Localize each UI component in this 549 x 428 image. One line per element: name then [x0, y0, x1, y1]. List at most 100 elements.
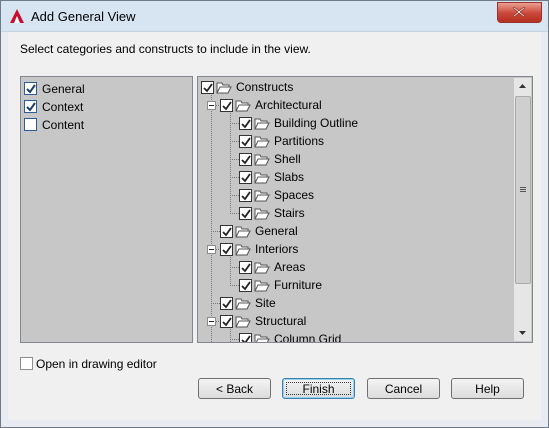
- tree-node-building-outline[interactable]: Building Outline: [198, 114, 498, 132]
- tree-node-interiors[interactable]: Interiors: [198, 240, 498, 258]
- category-label: Context: [42, 100, 84, 114]
- close-x-icon: [513, 7, 525, 17]
- tree-node-furniture[interactable]: Furniture: [198, 276, 498, 294]
- tree-checkbox[interactable]: [239, 135, 252, 148]
- open-folder-icon: [235, 298, 251, 310]
- scroll-thumb[interactable]: [515, 96, 531, 284]
- collapse-icon[interactable]: [207, 317, 216, 326]
- tree-node-root[interactable]: Constructs: [198, 78, 498, 96]
- tree-connector: [230, 195, 239, 196]
- constructs-tree[interactable]: Constructs Architectural Building Outlin…: [197, 76, 533, 343]
- tree-node-label: General: [255, 224, 298, 238]
- focus-rectangle: [286, 382, 351, 395]
- tree-node-shell[interactable]: Shell: [198, 150, 498, 168]
- tree-node-stairs[interactable]: Stairs: [198, 204, 498, 222]
- check-icon: [241, 209, 251, 219]
- dialog-body: Select categories and constructs to incl…: [8, 32, 541, 420]
- scroll-up-arrow-icon: [519, 84, 526, 88]
- tree-node-label: Site: [255, 296, 276, 310]
- open-folder-icon: [254, 280, 270, 292]
- tree-node-general[interactable]: General: [198, 222, 498, 240]
- tree-node-slabs[interactable]: Slabs: [198, 168, 498, 186]
- tree-node-label: Interiors: [255, 242, 299, 256]
- scroll-grip-line: [520, 187, 526, 188]
- tree-checkbox[interactable]: [239, 153, 252, 166]
- category-label: General: [42, 82, 85, 96]
- instruction-text: Select categories and constructs to incl…: [20, 42, 311, 56]
- title-bar[interactable]: Add General View: [1, 1, 548, 32]
- tree-checkbox[interactable]: [239, 117, 252, 130]
- scroll-grip-line: [520, 189, 526, 190]
- category-checkbox-context[interactable]: [24, 100, 37, 113]
- back-button[interactable]: < Back: [198, 378, 271, 399]
- open-in-editor-checkbox[interactable]: [20, 357, 33, 370]
- scroll-down-button[interactable]: [514, 324, 531, 341]
- tree-connector: [230, 213, 239, 214]
- open-folder-icon: [216, 82, 232, 94]
- tree-node-label: Areas: [274, 260, 306, 274]
- tree-node-label: Partitions: [274, 134, 325, 148]
- tree-connector: [230, 159, 239, 160]
- tree-checkbox[interactable]: [220, 297, 233, 310]
- tree-node-structural[interactable]: Structural: [198, 312, 498, 330]
- open-folder-icon: [254, 334, 270, 342]
- window-title: Add General View: [31, 9, 136, 24]
- collapse-icon[interactable]: [207, 101, 216, 110]
- tree-connector: [230, 285, 239, 286]
- open-folder-icon: [254, 190, 270, 202]
- open-folder-icon: [235, 226, 251, 238]
- tree-node-partitions[interactable]: Partitions: [198, 132, 498, 150]
- tree-checkbox[interactable]: [239, 171, 252, 184]
- tree-node-label: Spaces: [274, 188, 315, 202]
- check-icon: [222, 227, 232, 237]
- tree-checkbox[interactable]: [220, 225, 233, 238]
- check-icon: [222, 317, 232, 327]
- check-icon: [241, 137, 251, 147]
- open-folder-icon: [254, 208, 270, 220]
- check-icon: [203, 83, 213, 93]
- tree-node-column-grid[interactable]: Column Grid: [198, 330, 498, 342]
- category-list[interactable]: General Context Content: [20, 76, 193, 343]
- tree-checkbox[interactable]: [239, 207, 252, 220]
- tree-connector: [211, 231, 220, 232]
- tree-checkbox[interactable]: [220, 243, 233, 256]
- tree-node-areas[interactable]: Areas: [198, 258, 498, 276]
- check-icon: [222, 101, 232, 111]
- tree-checkbox[interactable]: [220, 99, 233, 112]
- tree-connector: [211, 303, 220, 304]
- open-folder-icon: [235, 244, 251, 256]
- tree-node-site[interactable]: Site: [198, 294, 498, 312]
- tree-checkbox[interactable]: [239, 333, 252, 342]
- tree-node-architectural[interactable]: Architectural: [198, 96, 498, 114]
- check-icon: [241, 119, 251, 129]
- tree-connector: [230, 177, 239, 178]
- scroll-up-button[interactable]: [514, 78, 531, 95]
- open-folder-icon: [254, 136, 270, 148]
- open-folder-icon: [254, 172, 270, 184]
- check-icon: [241, 263, 251, 273]
- tree-node-label: Architectural: [255, 98, 322, 112]
- tree-node-label: Stairs: [274, 206, 305, 220]
- tree-checkbox[interactable]: [220, 315, 233, 328]
- check-icon: [241, 173, 251, 183]
- tree-checkbox[interactable]: [239, 189, 252, 202]
- tree-scrollbar[interactable]: [514, 78, 531, 341]
- tree-node-label: Shell: [274, 152, 301, 166]
- tree-checkbox[interactable]: [239, 279, 252, 292]
- tree-checkbox[interactable]: [201, 81, 214, 94]
- help-button[interactable]: Help: [451, 378, 524, 399]
- category-checkbox-general[interactable]: [24, 82, 37, 95]
- tree-connector: [230, 123, 239, 124]
- open-folder-icon: [235, 100, 251, 112]
- scroll-grip-line: [520, 191, 526, 192]
- category-checkbox-content[interactable]: [24, 118, 37, 131]
- check-icon: [241, 335, 251, 342]
- collapse-icon[interactable]: [207, 245, 216, 254]
- close-button[interactable]: [497, 2, 542, 23]
- tree-connector: [230, 267, 239, 268]
- scroll-down-arrow-icon: [519, 331, 526, 335]
- tree-node-spaces[interactable]: Spaces: [198, 186, 498, 204]
- cancel-button[interactable]: Cancel: [367, 378, 440, 399]
- finish-button[interactable]: Finish: [282, 378, 355, 399]
- tree-checkbox[interactable]: [239, 261, 252, 274]
